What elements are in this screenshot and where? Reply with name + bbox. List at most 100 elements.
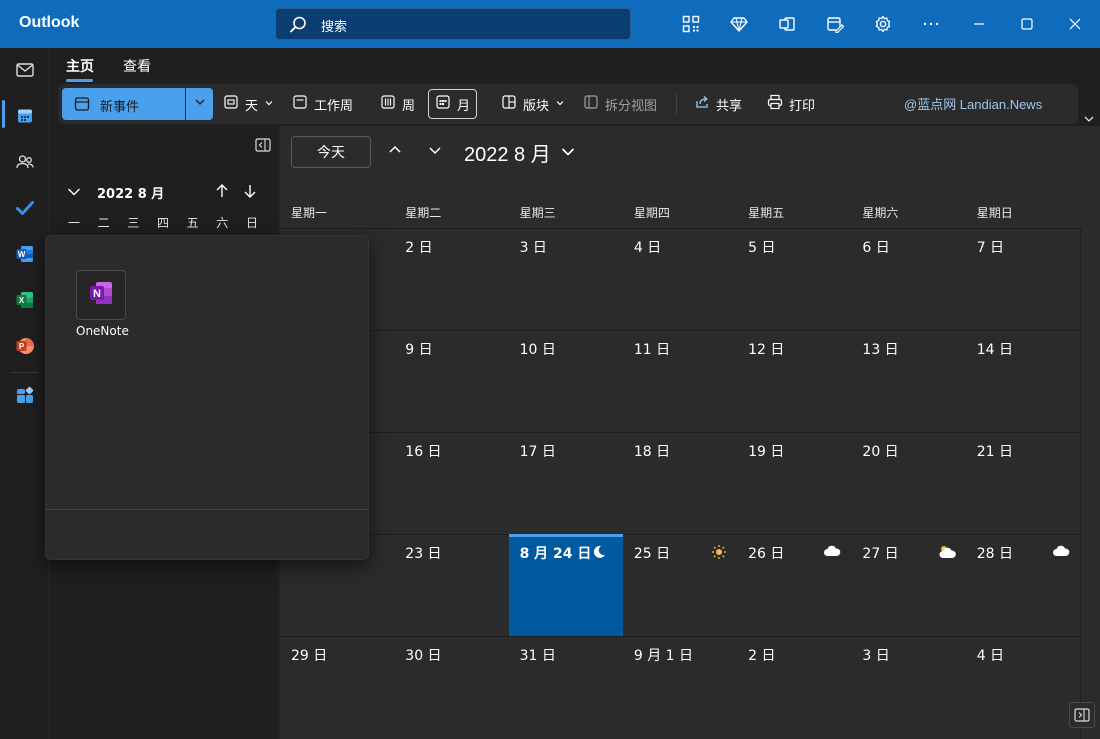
app-rail: W X P (0, 48, 50, 739)
split-view-button[interactable]: 拆分视图 (577, 89, 663, 119)
minimize-icon[interactable] (967, 12, 991, 36)
day-cell[interactable]: 27 日 (851, 534, 966, 636)
powerpoint-icon[interactable]: P (13, 334, 37, 358)
svg-text:W: W (18, 250, 26, 259)
more-apps-icon[interactable] (13, 384, 37, 408)
calendar-icon[interactable] (13, 104, 37, 128)
partly-cloudy-weather-icon (938, 544, 956, 564)
rail-active-indicator (2, 100, 5, 128)
day-cell[interactable]: 12 日 (737, 330, 852, 432)
search-placeholder: 搜索 (321, 20, 348, 35)
mail-icon[interactable] (13, 58, 37, 82)
day-cell[interactable]: 3 日 (851, 636, 966, 738)
previous-month-chevron-up-icon[interactable] (387, 142, 403, 162)
day-cell[interactable]: 9 日 (394, 330, 509, 432)
day-cell[interactable]: 19 日 (737, 432, 852, 534)
word-icon[interactable]: W (13, 242, 37, 266)
mini-calendar-collapse-chevron-icon[interactable] (66, 184, 82, 204)
day-cell[interactable]: 3 日 (508, 228, 623, 330)
side-panel-toggle-icon[interactable] (1069, 702, 1095, 728)
day-number: 29 日 (291, 648, 328, 664)
day-number: 11 日 (633, 342, 671, 358)
day-view-button[interactable]: 天 (217, 89, 280, 119)
month-button[interactable]: 月 (428, 89, 478, 119)
collapse-pane-icon[interactable] (255, 138, 271, 152)
day-cell[interactable]: 14 日 (965, 330, 1080, 432)
day-cell[interactable]: 18 日 (622, 432, 738, 534)
day-number: 7 日 (976, 240, 1005, 256)
day-cell[interactable]: 28 日 (965, 534, 1080, 636)
new-event-button[interactable]: 新事件 (62, 88, 185, 120)
more-options-icon[interactable] (919, 12, 943, 36)
work-week-button[interactable]: 工作周 (286, 89, 359, 119)
todo-check-icon[interactable] (13, 196, 37, 220)
day-cell[interactable]: 7 日 (965, 228, 1080, 330)
day-cell-today[interactable]: 8 月 24 日 (508, 534, 623, 636)
sun-weather-icon (711, 544, 727, 564)
day-number: 6 日 (862, 240, 890, 256)
weekday-header: 星期六 (862, 206, 899, 220)
mini-calendar-header: 2022 8 月 (66, 182, 266, 202)
day-cell[interactable]: 2 日 (737, 636, 852, 738)
day-number: 9 月 1 日 (633, 648, 694, 664)
day-number: 2 日 (748, 648, 776, 664)
month-title[interactable]: 2022 8 月 (464, 138, 551, 167)
day-view-chevron-icon (264, 97, 274, 112)
calendar-edit-icon[interactable] (823, 12, 847, 36)
search-box[interactable]: 搜索 (275, 8, 631, 40)
week-button[interactable]: 周 (374, 89, 421, 119)
settings-gear-icon[interactable] (871, 12, 895, 36)
day-cell[interactable]: 25 日 (622, 534, 738, 636)
today-button[interactable]: 今天 (291, 136, 371, 168)
day-number: 8 月 24 日 (519, 546, 592, 562)
ribbon-toolbar: 新事件 天 工作周 周 月 版块 拆分视图 共享 打印 @蓝点网 Landian… (58, 84, 1078, 124)
day-cell[interactable]: 4 日 (965, 636, 1080, 738)
qr-code-icon[interactable] (679, 12, 703, 36)
day-cell[interactable]: 6 日 (851, 228, 966, 330)
mini-weekday: 二 (97, 216, 110, 230)
day-cell[interactable]: 16 日 (394, 432, 509, 534)
tab-view[interactable]: 查看 (123, 56, 151, 76)
day-cell[interactable]: 10 日 (508, 330, 623, 432)
next-month-chevron-down-icon[interactable] (427, 142, 443, 162)
month-picker-chevron-icon[interactable] (560, 144, 576, 164)
day-cell[interactable]: 20 日 (851, 432, 966, 534)
day-cell[interactable]: 13 日 (851, 330, 966, 432)
day-cell[interactable]: 9 月 1 日 (622, 636, 738, 738)
ribbon-expand-chevron-icon[interactable] (1082, 112, 1096, 126)
day-cell[interactable]: 23 日 (394, 534, 509, 636)
onenote-app-tile[interactable]: N (76, 270, 126, 320)
day-cell[interactable]: 31 日 (508, 636, 623, 738)
day-number: 28 日 (976, 546, 1013, 562)
month-icon (435, 94, 451, 114)
day-cell[interactable]: 21 日 (965, 432, 1080, 534)
day-cell[interactable]: 17 日 (508, 432, 623, 534)
day-number: 26 日 (748, 546, 785, 562)
work-week-label: 工作周 (314, 98, 354, 114)
premium-diamond-icon[interactable] (727, 12, 751, 36)
onenote-icon: N (87, 279, 115, 311)
excel-icon[interactable]: X (13, 288, 37, 312)
mini-calendar-next-arrow-icon[interactable] (242, 183, 258, 203)
day-cell[interactable]: 2 日 (394, 228, 509, 330)
people-icon[interactable] (13, 150, 37, 174)
board-button[interactable]: 版块 (495, 89, 571, 119)
mini-calendar-prev-arrow-icon[interactable] (214, 183, 230, 203)
day-cell[interactable]: 11 日 (622, 330, 738, 432)
day-cell[interactable]: 26 日 (737, 534, 852, 636)
day-number: 27 日 (862, 546, 899, 562)
day-cell[interactable]: 4 日 (622, 228, 738, 330)
share-button[interactable]: 共享 (688, 89, 748, 119)
maximize-icon[interactable] (1015, 12, 1039, 36)
day-cell[interactable]: 29 日 (280, 636, 395, 738)
vertical-scrollbar[interactable] (1080, 228, 1100, 739)
office-icon[interactable] (775, 12, 799, 36)
print-button[interactable]: 打印 (761, 89, 821, 119)
weekday-header: 星期五 (748, 206, 785, 220)
calendar-month-view: 今天 2022 8 月 星期一 星期二 星期三 星期四 星期五 星期六 星期日 2 日 3 日… (280, 126, 1100, 739)
close-icon[interactable] (1063, 12, 1087, 36)
day-cell[interactable]: 30 日 (394, 636, 509, 738)
new-event-dropdown[interactable] (186, 88, 213, 120)
day-cell[interactable]: 5 日 (737, 228, 852, 330)
tab-home[interactable]: 主页 (66, 56, 94, 76)
